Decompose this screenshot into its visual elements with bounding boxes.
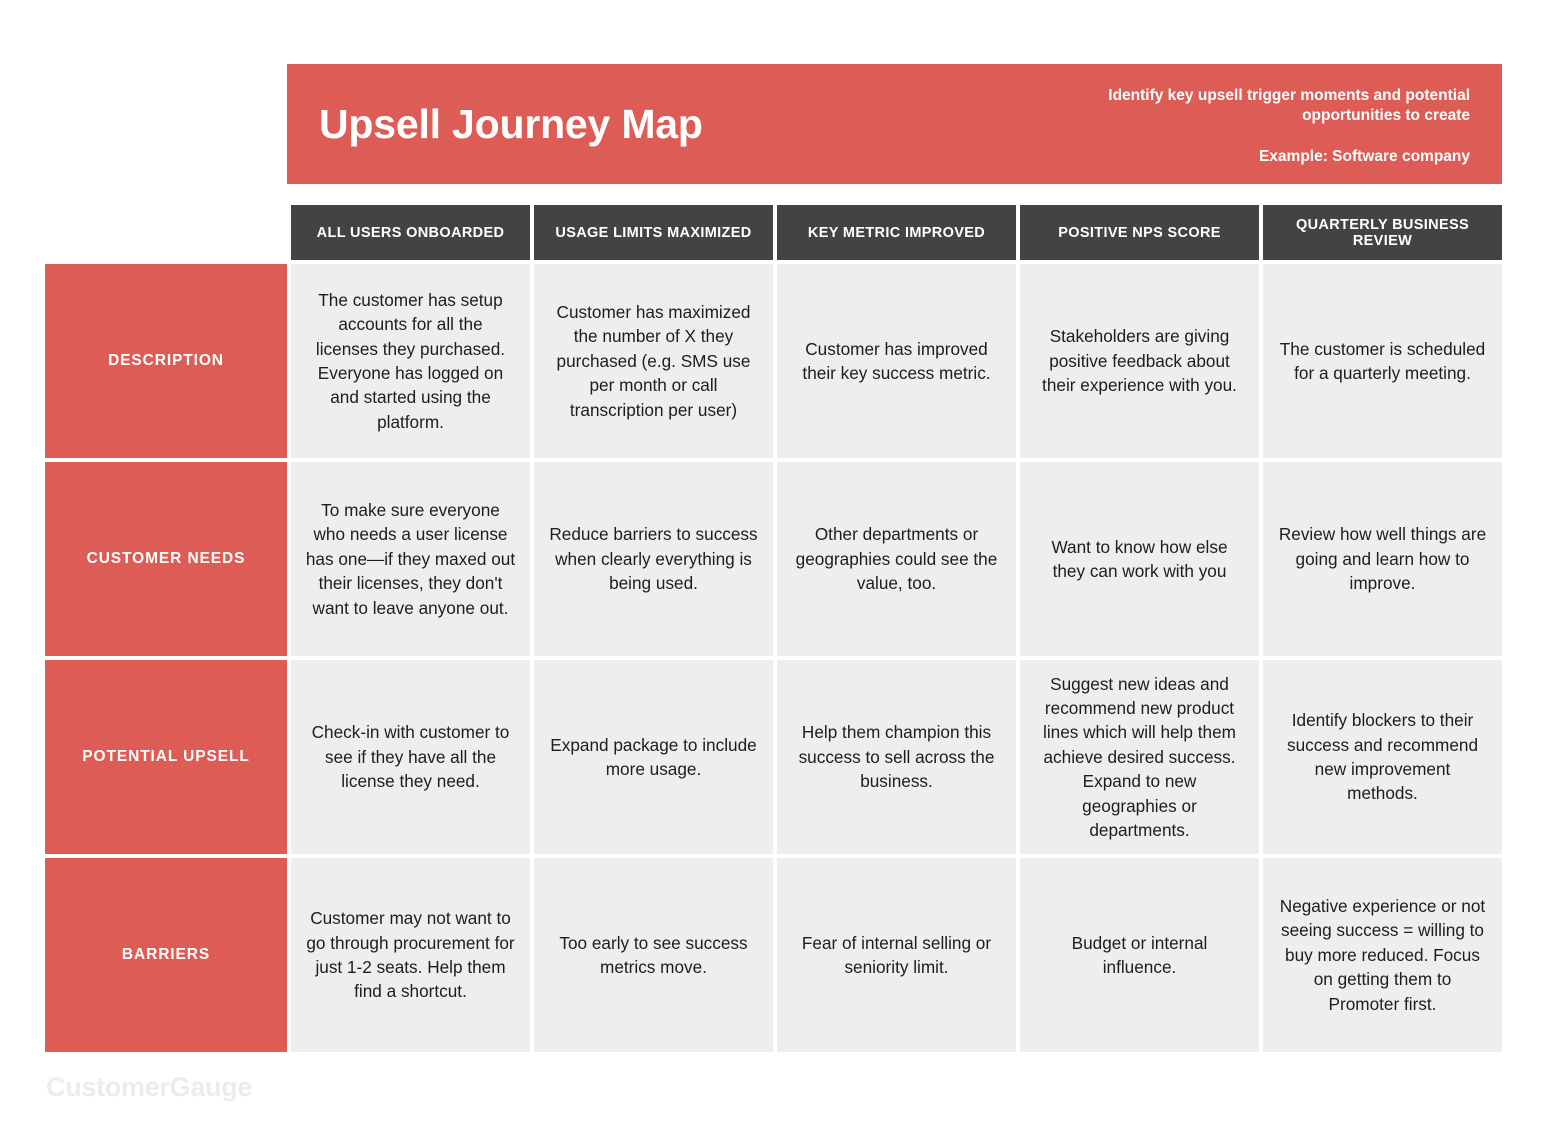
table-cell: Customer may not want to go through proc… (291, 858, 530, 1052)
table-cell: Fear of internal selling or seniority li… (777, 858, 1016, 1052)
cell-text: Suggest new ideas and recommend new prod… (1020, 660, 1259, 854)
column-header-label: QUARTERLY BUSINESS REVIEW (1263, 205, 1502, 260)
column-header-key-metric-improved: KEY METRIC IMPROVED (777, 205, 1016, 260)
cell-text: Expand package to include more usage. (534, 660, 773, 854)
table-cell: Suggest new ideas and recommend new prod… (1020, 660, 1259, 854)
corner-spacer (45, 205, 287, 260)
cell-text: Identify blockers to their success and r… (1263, 660, 1502, 854)
table-row: POTENTIAL UPSELL Check-in with customer … (45, 660, 1502, 854)
row-label-description: DESCRIPTION (45, 264, 287, 458)
cell-text: Want to know how else they can work with… (1020, 462, 1259, 656)
header-subtitle: Identify key upsell trigger moments and … (1108, 87, 1470, 124)
table-cell: The customer has setup accounts for all … (291, 264, 530, 458)
row-label-text: DESCRIPTION (45, 264, 287, 458)
cell-text: Check-in with customer to see if they ha… (291, 660, 530, 854)
table-cell: Review how well things are going and lea… (1263, 462, 1502, 656)
table-row: BARRIERS Customer may not want to go thr… (45, 858, 1502, 1052)
cell-text: Stakeholders are giving positive feedbac… (1020, 264, 1259, 458)
column-header-all-users-onboarded: ALL USERS ONBOARDED (291, 205, 530, 260)
table-cell: Other departments or geographies could s… (777, 462, 1016, 656)
column-header-quarterly-business-review: QUARTERLY BUSINESS REVIEW (1263, 205, 1502, 260)
header-meta: Identify key upsell trigger moments and … (1050, 82, 1470, 166)
table-row: CUSTOMER NEEDS To make sure everyone who… (45, 462, 1502, 656)
table-cell: Check-in with customer to see if they ha… (291, 660, 530, 854)
table-cell: Budget or internal influence. (1020, 858, 1259, 1052)
cell-text: To make sure everyone who needs a user l… (291, 462, 530, 656)
row-label-text: CUSTOMER NEEDS (45, 462, 287, 656)
row-label-customer-needs: CUSTOMER NEEDS (45, 462, 287, 656)
cell-text: Too early to see success metrics move. (534, 858, 773, 1052)
table-cell: To make sure everyone who needs a user l… (291, 462, 530, 656)
table-row: DESCRIPTION The customer has setup accou… (45, 264, 1502, 458)
row-label-text: POTENTIAL UPSELL (45, 660, 287, 854)
column-header-positive-nps-score: POSITIVE NPS SCORE (1020, 205, 1259, 260)
header-banner: Upsell Journey Map Identify key upsell t… (287, 64, 1502, 184)
table-cell: Customer has maximized the number of X t… (534, 264, 773, 458)
customergauge-logo: CustomerGauge (46, 1072, 253, 1102)
table-cell: Customer has improved their key success … (777, 264, 1016, 458)
row-label-text: BARRIERS (45, 858, 287, 1052)
cell-text: Other departments or geographies could s… (777, 462, 1016, 656)
column-header-label: ALL USERS ONBOARDED (291, 205, 530, 260)
page-title: Upsell Journey Map (319, 100, 703, 147)
cell-text: Negative experience or not seeing succes… (1263, 858, 1502, 1052)
cell-text: Customer may not want to go through proc… (291, 858, 530, 1052)
cell-text: Fear of internal selling or seniority li… (777, 858, 1016, 1052)
row-label-potential-upsell: POTENTIAL UPSELL (45, 660, 287, 854)
table-cell: Want to know how else they can work with… (1020, 462, 1259, 656)
table-cell: Reduce barriers to success when clearly … (534, 462, 773, 656)
cell-text: Budget or internal influence. (1020, 858, 1259, 1052)
cell-text: The customer is scheduled for a quarterl… (1263, 264, 1502, 458)
column-header-usage-limits-maximized: USAGE LIMITS MAXIMIZED (534, 205, 773, 260)
cell-text: Review how well things are going and lea… (1263, 462, 1502, 656)
column-header-label: USAGE LIMITS MAXIMIZED (534, 205, 773, 260)
table-header-row: ALL USERS ONBOARDED USAGE LIMITS MAXIMIZ… (45, 205, 1502, 260)
table-cell: Identify blockers to their success and r… (1263, 660, 1502, 854)
row-label-barriers: BARRIERS (45, 858, 287, 1052)
cell-text: Help them champion this success to sell … (777, 660, 1016, 854)
table-cell: Expand package to include more usage. (534, 660, 773, 854)
journey-map-table: ALL USERS ONBOARDED USAGE LIMITS MAXIMIZ… (45, 205, 1502, 1052)
column-header-label: KEY METRIC IMPROVED (777, 205, 1016, 260)
cell-text: The customer has setup accounts for all … (291, 264, 530, 458)
header-example: Example: Software company (1258, 147, 1470, 165)
table-cell: Stakeholders are giving positive feedbac… (1020, 264, 1259, 458)
column-header-label: POSITIVE NPS SCORE (1020, 205, 1259, 260)
table-cell: Negative experience or not seeing succes… (1263, 858, 1502, 1052)
table-cell: Help them champion this success to sell … (777, 660, 1016, 854)
table-cell: Too early to see success metrics move. (534, 858, 773, 1052)
cell-text: Customer has maximized the number of X t… (534, 264, 773, 458)
table-cell: The customer is scheduled for a quarterl… (1263, 264, 1502, 458)
cell-text: Customer has improved their key success … (777, 264, 1016, 458)
cell-text: Reduce barriers to success when clearly … (534, 462, 773, 656)
